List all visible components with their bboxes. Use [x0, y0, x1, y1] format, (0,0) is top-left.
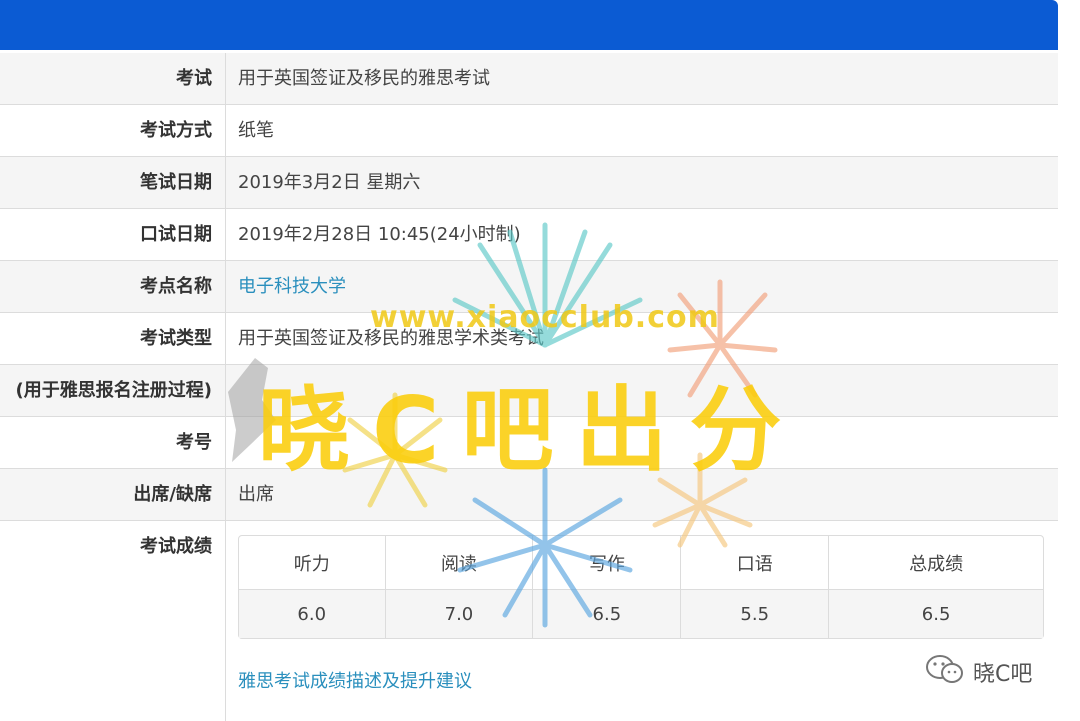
detail-label: 口试日期 — [140, 224, 212, 245]
detail-label: 考试方式 — [140, 120, 212, 141]
column-divider — [225, 105, 226, 156]
detail-row-method: 考试方式 纸笔 — [0, 105, 1058, 157]
score-listening: 6.0 — [239, 589, 385, 638]
score-header-reading: 阅读 — [384, 536, 533, 590]
detail-label: 笔试日期 — [140, 172, 212, 193]
column-divider — [225, 469, 226, 520]
detail-value: 2019年2月28日 10:45(24小时制) — [238, 224, 521, 245]
header-bar — [0, 0, 1058, 50]
detail-row-written-date: 笔试日期 2019年3月2日 星期六 — [0, 157, 1058, 209]
detail-value: 出席 — [238, 484, 274, 505]
scores-label: 考试成绩 — [140, 536, 212, 557]
column-divider — [225, 53, 226, 104]
detail-label: 考试 — [176, 68, 212, 89]
score-writing: 6.5 — [532, 589, 681, 638]
detail-row-test-centre: 考点名称 电子科技大学 — [0, 261, 1058, 313]
score-description-link[interactable]: 雅思考试成绩描述及提升建议 — [238, 667, 472, 693]
detail-row-speaking-date: 口试日期 2019年2月28日 10:45(24小时制) — [0, 209, 1058, 261]
score-overall: 6.5 — [828, 589, 1043, 638]
column-divider — [225, 417, 226, 468]
column-divider — [225, 261, 226, 312]
detail-value: 用于英国签证及移民的雅思考试 — [238, 68, 490, 89]
score-header-writing: 写作 — [532, 536, 681, 590]
score-report-page: 考试 用于英国签证及移民的雅思考试 考试方式 纸笔 笔试日期 2019年3月2日… — [0, 0, 1058, 721]
chat-bubble-icon — [925, 653, 965, 691]
detail-row-scores: 考试成绩 听力 阅读 写作 口语 总成绩 6.0 7.0 6.5 5.5 6.5… — [0, 521, 1058, 721]
detail-label: 考号 — [176, 432, 212, 453]
detail-label: 考试类型 — [140, 328, 212, 349]
column-divider — [225, 209, 226, 260]
detail-value: 2019年3月2日 星期六 — [238, 172, 421, 193]
score-header-overall: 总成绩 — [828, 536, 1043, 590]
score-value-row: 6.0 7.0 6.5 5.5 6.5 — [239, 589, 1043, 638]
detail-row-registration: (用于雅思报名注册过程) — [0, 365, 1058, 417]
detail-value: 用于英国签证及移民的雅思学术类考试 — [238, 328, 544, 349]
score-header-listening: 听力 — [239, 536, 385, 590]
detail-row-test-type: 考试类型 用于英国签证及移民的雅思学术类考试 — [0, 313, 1058, 365]
detail-label: (用于雅思报名注册过程) — [15, 380, 212, 401]
column-divider — [225, 157, 226, 208]
brand-badge: 晓C吧 — [925, 652, 1032, 692]
score-header-row: 听力 阅读 写作 口语 总成绩 — [239, 536, 1043, 590]
exam-details-table: 考试 用于英国签证及移民的雅思考试 考试方式 纸笔 笔试日期 2019年3月2日… — [0, 53, 1058, 721]
brand-name: 晓C吧 — [973, 662, 1033, 687]
detail-value: 纸笔 — [238, 120, 274, 141]
column-divider — [225, 365, 226, 416]
column-divider — [225, 521, 226, 721]
score-table: 听力 阅读 写作 口语 总成绩 6.0 7.0 6.5 5.5 6.5 — [238, 535, 1044, 639]
score-header-speaking: 口语 — [680, 536, 829, 590]
detail-label: 考点名称 — [140, 276, 212, 297]
score-reading: 7.0 — [384, 589, 533, 638]
detail-row-exam: 考试 用于英国签证及移民的雅思考试 — [0, 53, 1058, 105]
detail-label: 出席/缺席 — [133, 484, 212, 505]
detail-row-attendance: 出席/缺席 出席 — [0, 469, 1058, 521]
score-speaking: 5.5 — [680, 589, 829, 638]
column-divider — [225, 313, 226, 364]
detail-row-candidate-number: 考号 — [0, 417, 1058, 469]
test-centre-link[interactable]: 电子科技大学 — [238, 261, 346, 312]
